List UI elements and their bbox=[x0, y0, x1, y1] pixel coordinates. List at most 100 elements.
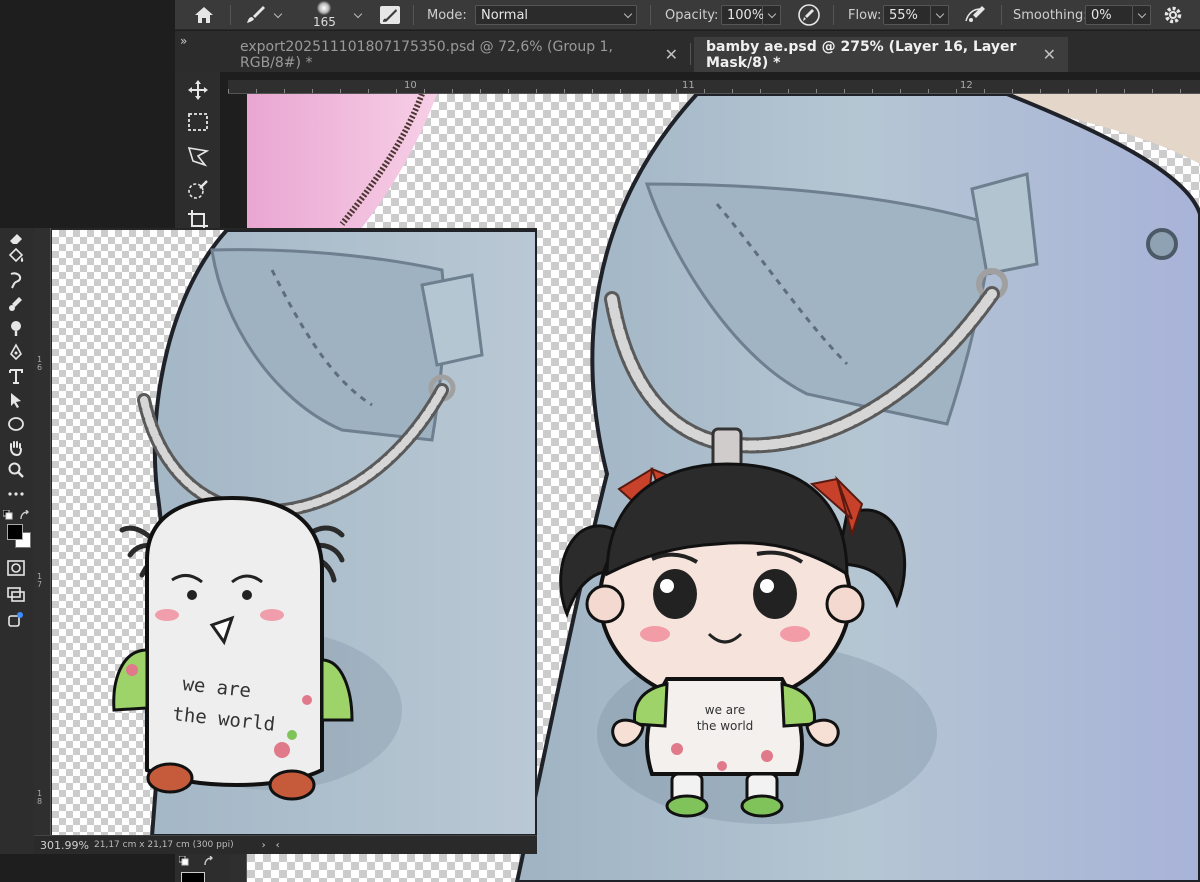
ruler-label: 12 bbox=[960, 80, 973, 91]
ruler-tick bbox=[648, 89, 649, 93]
lasso-tool[interactable] bbox=[186, 144, 210, 168]
smoothing-options-button[interactable] bbox=[1163, 0, 1183, 30]
ruler-tick bbox=[452, 89, 453, 93]
eraser-icon bbox=[10, 234, 22, 244]
gear-icon bbox=[1164, 6, 1182, 24]
brush-size-value: 165 bbox=[313, 15, 336, 29]
ruler-label: 11 bbox=[682, 80, 695, 91]
swap-colors-icon[interactable] bbox=[203, 856, 215, 868]
flow-dropdown[interactable] bbox=[931, 5, 949, 25]
opacity-input[interactable]: 100% bbox=[721, 0, 781, 30]
ruler-tick bbox=[1124, 89, 1125, 93]
home-button[interactable] bbox=[193, 0, 215, 30]
color-swatches-main[interactable] bbox=[177, 854, 217, 882]
status-scroll-left[interactable]: ‹ bbox=[276, 840, 280, 851]
tab-divider bbox=[690, 43, 691, 65]
hand-tool[interactable] bbox=[6, 438, 26, 458]
dodge-tool[interactable] bbox=[6, 318, 26, 338]
pen-icon bbox=[10, 343, 22, 361]
panel-collapse-toggle[interactable]: » bbox=[180, 34, 187, 48]
airbrush-button[interactable] bbox=[962, 0, 990, 30]
ruler-tick bbox=[564, 89, 565, 93]
swap-colors-icon[interactable] bbox=[19, 510, 31, 522]
smudge-tool[interactable] bbox=[6, 270, 26, 290]
ruler-label: 10 bbox=[404, 80, 417, 91]
smoothing-input[interactable]: 0% bbox=[1085, 0, 1151, 30]
quick-select-tool[interactable] bbox=[186, 178, 210, 202]
ruler-tick bbox=[1096, 89, 1097, 93]
ellipse-icon bbox=[8, 417, 24, 431]
brush-size-picker[interactable]: 165 bbox=[313, 0, 336, 30]
pen-tool[interactable] bbox=[6, 342, 26, 362]
ruler-tick bbox=[340, 89, 341, 93]
default-colors-icon[interactable] bbox=[3, 510, 13, 520]
ruler-tick bbox=[704, 89, 705, 93]
ruler-tick bbox=[760, 89, 761, 93]
document-tab-bar: » export202511101807175350.psd @ 72,6% (… bbox=[175, 31, 1200, 72]
quick-mask-button[interactable] bbox=[6, 558, 26, 578]
foreground-color-swatch[interactable] bbox=[7, 524, 23, 540]
opacity-pressure-button[interactable] bbox=[797, 0, 821, 30]
flow-value: 55% bbox=[889, 7, 918, 23]
ruler-tick bbox=[732, 89, 733, 93]
main-shirt-text-line1: we are bbox=[705, 703, 745, 717]
path-selection-tool[interactable] bbox=[6, 390, 26, 410]
zoom-tool[interactable] bbox=[6, 460, 26, 480]
screen-mode-button[interactable] bbox=[6, 584, 26, 604]
tab-bamby-psd[interactable]: bamby ae.psd @ 275% (Layer 16, Layer Mas… bbox=[694, 37, 1068, 72]
ruler-tick bbox=[956, 89, 957, 93]
status-bar: 301.99% 21,17 cm x 21,17 cm (300 ppi) › … bbox=[34, 835, 537, 854]
ruler-label: 1 6 bbox=[37, 355, 43, 372]
ellipse-tool[interactable] bbox=[6, 414, 26, 434]
chevron-down-icon bbox=[623, 9, 633, 18]
paint-bucket-icon bbox=[8, 247, 24, 263]
ruler-tick bbox=[928, 89, 929, 93]
chevron-down-icon bbox=[935, 9, 944, 18]
inset-canvas[interactable]: we are the world bbox=[52, 230, 537, 836]
ruler-tick bbox=[396, 89, 397, 93]
ruler-tick bbox=[368, 89, 369, 93]
ruler-label: 1 7 bbox=[37, 572, 43, 589]
close-icon[interactable]: ✕ bbox=[1043, 45, 1056, 64]
share-button[interactable] bbox=[6, 610, 26, 630]
default-colors-icon[interactable] bbox=[179, 856, 189, 866]
options-bar: 165 Mode: Normal Opacity: 100% Flow: 55%… bbox=[175, 0, 1200, 30]
brush-preset-picker[interactable] bbox=[245, 0, 283, 30]
color-swatches[interactable] bbox=[3, 510, 33, 552]
ruler-tick bbox=[424, 89, 425, 93]
secondary-tools-panel bbox=[0, 228, 34, 854]
brush-tip-preview bbox=[317, 1, 332, 15]
close-icon[interactable]: ✕ bbox=[665, 45, 678, 64]
smudge-icon bbox=[10, 272, 22, 289]
brush-settings-button[interactable] bbox=[378, 0, 402, 30]
type-icon bbox=[9, 369, 23, 384]
ruler-tick bbox=[984, 89, 985, 93]
home-icon bbox=[195, 7, 213, 23]
ruler-tick bbox=[480, 89, 481, 93]
zoom-level[interactable]: 301.99% bbox=[34, 839, 94, 852]
quick-select-icon bbox=[188, 180, 208, 199]
vertical-ruler: 1 6 1 7 1 8 bbox=[34, 228, 51, 835]
rivet-shape bbox=[1146, 228, 1178, 260]
hand-icon bbox=[10, 441, 22, 457]
smoothing-dropdown[interactable] bbox=[1133, 5, 1151, 25]
tab-export-psd[interactable]: export202511101807175350.psd @ 72,6% (Gr… bbox=[228, 37, 690, 72]
more-tools-button[interactable] bbox=[6, 484, 26, 504]
marquee-tool[interactable] bbox=[186, 110, 210, 134]
status-menu-arrow[interactable]: › bbox=[262, 840, 266, 851]
paint-bucket-tool[interactable] bbox=[6, 246, 26, 266]
foreground-color-swatch[interactable] bbox=[181, 872, 205, 882]
ruler-tick bbox=[900, 89, 901, 93]
brush-size-dropdown[interactable] bbox=[353, 0, 363, 30]
blur-tool[interactable] bbox=[6, 294, 26, 314]
mode-select[interactable]: Normal bbox=[475, 0, 637, 30]
chevron-down-icon bbox=[1137, 9, 1146, 18]
opacity-dropdown[interactable] bbox=[763, 5, 781, 25]
eraser-tool[interactable] bbox=[6, 228, 26, 248]
move-tool[interactable] bbox=[186, 78, 210, 102]
separator bbox=[833, 5, 834, 25]
type-tool[interactable] bbox=[6, 366, 26, 386]
ruler-tick bbox=[256, 89, 257, 93]
ruler-tick bbox=[676, 89, 677, 93]
flow-input[interactable]: 55% bbox=[883, 0, 949, 30]
